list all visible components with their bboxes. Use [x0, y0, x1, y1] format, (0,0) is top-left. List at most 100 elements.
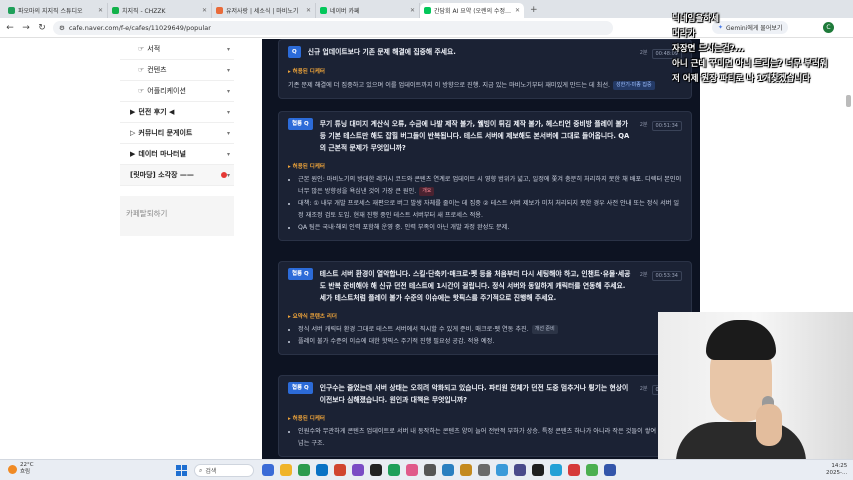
sidebar-item-label: 커뮤니티 문게이트 — [138, 129, 193, 137]
tab-close-icon[interactable]: ✕ — [202, 7, 207, 14]
qa-card: 협룡 Q 무기 튜닝 대미지 계산식 오류, 수금에 나발 제작 불가, 웰빙이 … — [278, 111, 692, 241]
app-icon[interactable] — [604, 464, 616, 476]
sidebar-item-prefix: ▶ — [130, 108, 136, 116]
chevron-down-icon[interactable]: ▾ — [227, 67, 230, 74]
answer-bullets: 근본 원인: 마비노기의 방대한 레거시 코드와 콘텐츠 연계로 업데이트 시 … — [288, 174, 682, 234]
answer-chip[interactable]: 개요 — [419, 186, 435, 196]
app-icon[interactable] — [424, 464, 436, 476]
question-timestamp[interactable]: 00:53:34 — [651, 271, 682, 281]
site-info-icon[interactable]: ⚙ — [59, 24, 65, 32]
app-icon[interactable] — [532, 464, 544, 476]
search-icon: ⌕ — [199, 466, 203, 474]
question-meta: 2분 00:51:34 — [640, 118, 682, 154]
sidebar-item[interactable]: [릿마당] 소각장 —— ▾ — [120, 165, 234, 186]
app-icon[interactable] — [460, 464, 472, 476]
tab-close-icon[interactable]: ✕ — [515, 7, 520, 14]
question-row: 협룡 Q 테스트 서버 환경이 열악합니다. 스킬·단축키·매크로·펫 등을 처음… — [288, 268, 682, 304]
reload-icon[interactable]: ↻ — [37, 23, 47, 33]
sidebar-item-label: 어플리케이션 — [147, 87, 186, 95]
bullet-text: 근본 원인: 마비노기의 방대한 레거시 코드와 콘텐츠 연계로 업데이트 시 … — [298, 176, 682, 195]
app-icon[interactable] — [406, 464, 418, 476]
start-button[interactable] — [176, 465, 187, 476]
answer-section-title: ▸ 허용된 디케터 — [288, 69, 325, 75]
app-icon[interactable] — [334, 464, 346, 476]
app-icon[interactable] — [550, 464, 562, 476]
app-icon[interactable] — [568, 464, 580, 476]
weather-icon — [8, 464, 17, 474]
url-field[interactable]: ⚙ cafe.naver.com/f-e/cafes/11029649/popu… — [53, 20, 613, 35]
chevron-down-icon[interactable]: ▾ — [227, 151, 230, 158]
answer-section-title: ▸ 요약식 콘텐츠 리더 — [288, 314, 337, 320]
bullet-text: 대책: ① 내부 개발 프로세스 재편으로 버그 발생 자체를 줄이는 데 집중… — [298, 200, 680, 219]
browser-tab[interactable]: 파오마의 지지직 스튜디오 ✕ — [4, 3, 108, 18]
app-icon[interactable] — [352, 464, 364, 476]
system-clock[interactable]: 14:25 2025-... — [826, 463, 847, 477]
sidebar-item[interactable]: ☞ 컨텐츠 ▾ — [120, 60, 234, 81]
windows-taskbar: 22°C 흐림 ⌕ 검색 14:25 2025-... — [0, 459, 853, 480]
new-tab-button[interactable]: + — [524, 3, 544, 18]
tab-favicon-icon — [320, 7, 327, 14]
clock-date: 2025-... — [826, 470, 848, 476]
app-icon[interactable] — [370, 464, 382, 476]
app-icon[interactable] — [298, 464, 310, 476]
sidebar-item[interactable]: ▷ 커뮤니티 문게이트 ▾ — [120, 123, 234, 144]
answer-section-title: ▸ 허용된 디케터 — [288, 416, 325, 422]
question-duration: 2분 — [639, 50, 648, 56]
app-icon[interactable] — [316, 464, 328, 476]
answer-chip[interactable]: 개선 준비 — [531, 324, 558, 334]
app-icon[interactable] — [514, 464, 526, 476]
forward-icon[interactable]: → — [21, 23, 31, 33]
tab-label: 파오마의 지지직 스튜디오 — [18, 8, 83, 15]
tab-favicon-icon — [424, 7, 431, 14]
sidebar-item[interactable]: ▶ 던전 후기 ◀ ▾ — [120, 102, 234, 123]
bullet-text: QA 팀은 국내·해외 인력 포함해 운영 중. 인력 부족이 아닌 개발 과정… — [298, 224, 510, 231]
app-icon[interactable] — [586, 464, 598, 476]
question-timestamp[interactable]: 00:51:34 — [651, 121, 682, 131]
answer-chip[interactable]: 성한기-미종 집중 — [613, 80, 655, 90]
question-row: Q 신규 업데이트보다 기존 문제 해결에 집중해 주세요. 2분 00:48:09 — [288, 46, 682, 59]
tab-favicon-icon — [216, 7, 223, 14]
question-duration: 2분 — [639, 122, 648, 128]
app-icon[interactable] — [478, 464, 490, 476]
question-meta: 2분 00:53:34 — [640, 268, 682, 304]
tab-close-icon[interactable]: ✕ — [306, 7, 311, 14]
bullet-text: 인원수와 무관하게 콘텐츠 업데이트로 서버 내 동작하는 콘텐츠 양이 늘어 … — [298, 428, 681, 447]
taskbar-search[interactable]: ⌕ 검색 — [194, 464, 254, 477]
weather-widget[interactable]: 22°C 흐림 — [8, 462, 34, 476]
question-badge: 협룡 Q — [288, 382, 313, 394]
app-icon[interactable] — [388, 464, 400, 476]
tab-close-icon[interactable]: ✕ — [98, 7, 103, 14]
answer-bullet: 근본 원인: 마비노기의 방대한 레거시 코드와 콘텐츠 연계로 업데이트 시 … — [298, 174, 682, 198]
taskbar-search-placeholder: 검색 — [205, 468, 217, 475]
leave-cafe-link[interactable]: 카페탈퇴하기 — [120, 196, 234, 236]
answer-body: 기존 문제 해결에 더 집중하고 있으며 이를 업데이트까지 이 방향으로 진행… — [288, 82, 610, 89]
chevron-down-icon[interactable]: ▾ — [227, 109, 230, 116]
chevron-down-icon[interactable]: ▾ — [227, 172, 230, 179]
qa-summary-panel: Q 신규 업데이트보다 기존 문제 해결에 집중해 주세요. 2분 00:48:09 ▸… — [262, 39, 700, 459]
question-text: 신규 업데이트보다 기존 문제 해결에 집중해 주세요. — [307, 48, 456, 56]
chat-message: 아니 근데 꾸미면 아니 트리는? 너무 부러워 — [672, 59, 828, 69]
question-text: 테스트 서버 환경이 열악합니다. 스킬·단축키·매크로·펫 등을 처음부터 다… — [319, 270, 631, 302]
browser-tab[interactable]: 치지직 - CHZZK ✕ — [108, 3, 212, 18]
sidebar-item[interactable]: ☞ 어플리케이션 ▾ — [120, 81, 234, 102]
tab-close-icon[interactable]: ✕ — [410, 7, 415, 14]
tab-favicon-icon — [112, 7, 119, 14]
sidebar-item[interactable]: ☞ 서적 ▾ — [120, 39, 234, 60]
browser-tab[interactable]: 유저사랑 | 세소식 | 마비노기 ✕ — [212, 3, 316, 18]
streamer-webcam — [658, 312, 853, 480]
app-icon[interactable] — [496, 464, 508, 476]
app-icon[interactable] — [442, 464, 454, 476]
chevron-down-icon[interactable]: ▾ — [227, 46, 230, 53]
tab-label: 네이버 카페 — [330, 8, 360, 15]
answer-text: 기존 문제 해결에 더 집중하고 있으며 이를 업데이트까지 이 방향으로 진행… — [288, 80, 682, 92]
browser-tab[interactable]: 네이버 카페 ✕ — [316, 3, 420, 18]
scrollbar-thumb[interactable] — [846, 95, 851, 107]
app-icon[interactable] — [280, 464, 292, 476]
question-row: 협룡 Q 인구수는 줄었는데 서버 상태는 오히려 악화되고 있습니다. 파티원 … — [288, 382, 682, 406]
browser-tab[interactable]: 간담회 AI 요약 (오렌의 수정 ... ✕ — [420, 3, 524, 18]
app-icon[interactable] — [262, 464, 274, 476]
chevron-down-icon[interactable]: ▾ — [227, 88, 230, 95]
sidebar-item[interactable]: ▶ 데이터 마나터널 ▾ — [120, 144, 234, 165]
back-icon[interactable]: ← — [5, 23, 15, 33]
chevron-down-icon[interactable]: ▾ — [227, 130, 230, 137]
